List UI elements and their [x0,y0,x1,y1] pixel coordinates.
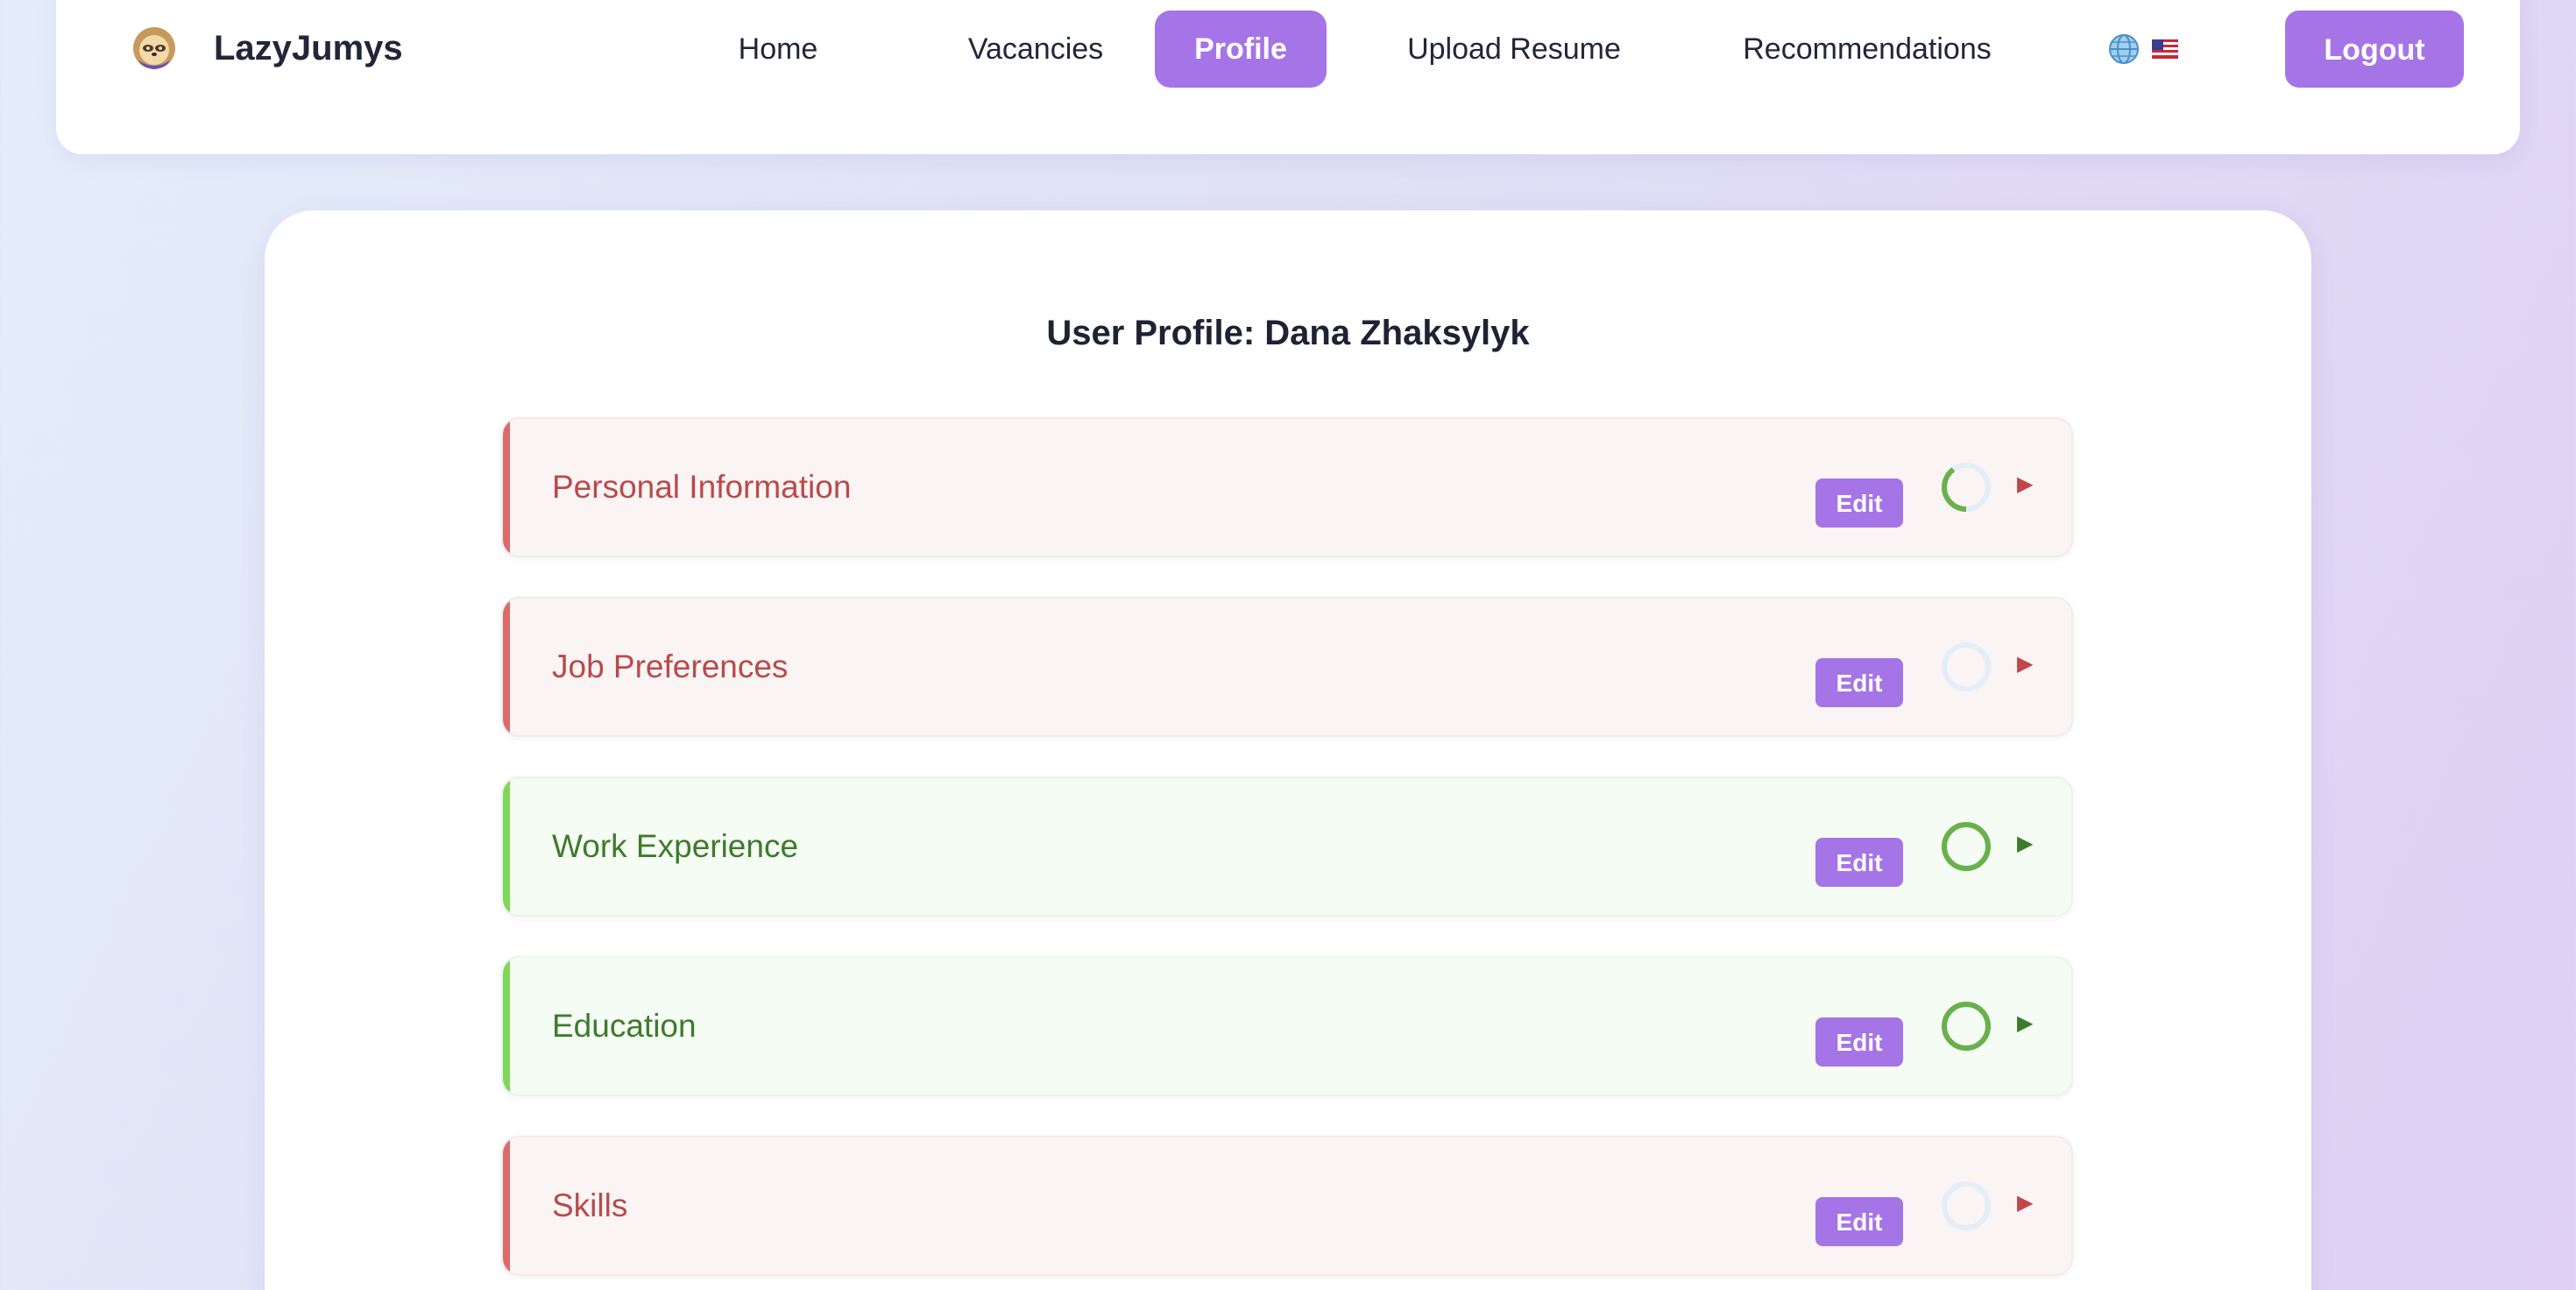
status-bar [503,599,510,735]
globe-icon [2109,34,2139,64]
status-bar [503,778,510,915]
us-flag-icon [2152,39,2178,59]
status-bar [503,1138,510,1274]
expand-arrow-icon[interactable]: ▶ [2017,1010,2038,1037]
edit-skills-button[interactable]: Edit [1815,1197,1903,1246]
profile-panel: User Profile: Dana Zhaksylyk Personal In… [265,210,2311,1290]
nav-profile[interactable]: Profile [1155,11,1327,88]
section-job-preferences[interactable]: Job Preferences Edit ▶ [501,597,2073,737]
nav-home[interactable]: Home [692,11,864,88]
top-navbar: LazyJumys Home Vacancies Profile Upload … [56,0,2520,154]
progress-ring-icon [1942,642,1991,691]
expand-arrow-icon[interactable]: ▶ [2017,471,2038,498]
language-switcher[interactable] [2108,28,2178,70]
expand-arrow-icon[interactable]: ▶ [2017,1190,2038,1216]
section-title: Job Preferences [552,649,789,684]
nav-vacancies[interactable]: Vacancies [932,11,1139,88]
nav-upload-resume[interactable]: Upload Resume [1377,11,1651,88]
edit-work-experience-button[interactable]: Edit [1815,838,1903,887]
progress-ring-icon [1942,1181,1991,1230]
sloth-logo-icon [133,27,175,69]
section-skills[interactable]: Skills Edit ▶ [501,1136,2073,1276]
progress-ring-icon [1942,463,1991,512]
status-bar [503,419,510,556]
section-title: Work Experience [552,828,799,864]
nav-recommendations[interactable]: Recommendations [1707,11,2028,88]
section-work-experience[interactable]: Work Experience Edit ▶ [501,776,2073,917]
brand-name: LazyJumys [214,28,403,67]
section-title: Education [552,1008,697,1044]
expand-arrow-icon[interactable]: ▶ [2017,651,2038,677]
progress-track [1942,642,1991,691]
section-title: Skills [552,1187,628,1223]
progress-track [1942,1181,1991,1230]
edit-job-preferences-button[interactable]: Edit [1815,658,1903,707]
edit-education-button[interactable]: Edit [1815,1017,1903,1067]
page-title: User Profile: Dana Zhaksylyk [1046,314,1530,352]
progress-ring-icon [1942,822,1991,871]
progress-arc [1942,1002,1991,1051]
edit-personal-information-button[interactable]: Edit [1815,478,1903,528]
status-bar [503,958,510,1095]
progress-ring-icon [1942,1002,1991,1051]
logout-button[interactable]: Logout [2285,11,2464,88]
expand-arrow-icon[interactable]: ▶ [2017,831,2038,857]
section-title: Personal Information [552,469,852,505]
progress-arc [1942,822,1991,871]
brand[interactable]: LazyJumys [131,0,403,96]
section-education[interactable]: Education Edit ▶ [501,956,2073,1096]
section-personal-information[interactable]: Personal Information Edit ▶ [501,417,2073,557]
